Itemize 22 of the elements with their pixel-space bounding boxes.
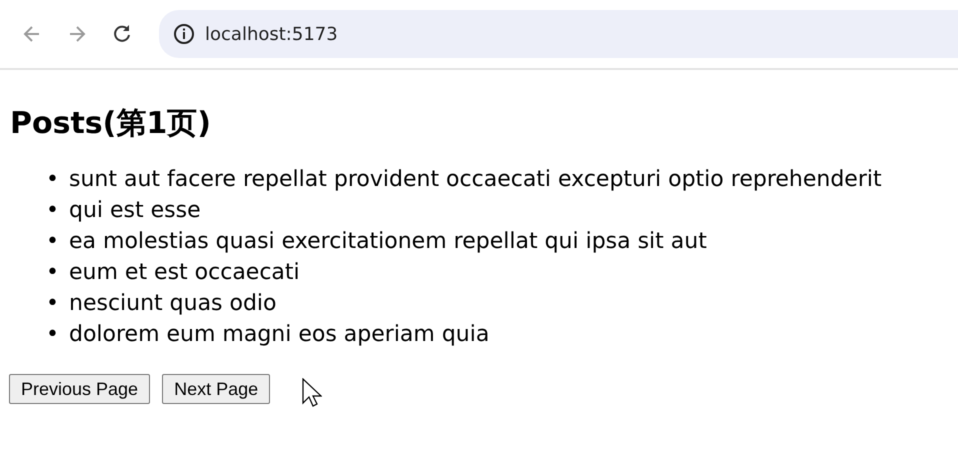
bullet: • — [46, 228, 60, 256]
post-title: nesciunt quas odio — [69, 290, 276, 318]
post-title: eum et est occaecati — [69, 259, 300, 287]
page-button[interactable]: Previous Page — [9, 374, 150, 404]
post-title: qui est esse — [69, 197, 201, 225]
reload-icon — [112, 24, 132, 44]
address-bar[interactable]: localhost:5173 — [159, 10, 958, 58]
arrow-right-icon — [67, 24, 87, 44]
cursor-icon — [302, 378, 322, 408]
bullet: • — [46, 259, 60, 287]
url-text: localhost:5173 — [205, 22, 338, 46]
bullet: • — [46, 197, 60, 225]
bullet: • — [46, 290, 60, 318]
bullet: • — [46, 166, 60, 194]
post-title: ea molestias quasi exercitationem repellat qui ipsa sit aut — [69, 228, 707, 256]
info-icon[interactable] — [173, 23, 195, 45]
arrow-left-icon — [22, 24, 42, 44]
post-title: sunt aut facere repellat provident occaecati excepturi optio reprehenderit — [69, 166, 882, 194]
bullet: • — [46, 321, 60, 349]
post-title: dolorem eum magni eos aperiam quia — [69, 321, 490, 349]
page-heading: Posts(第1页) — [10, 106, 212, 142]
page-button[interactable]: Next Page — [162, 374, 270, 404]
